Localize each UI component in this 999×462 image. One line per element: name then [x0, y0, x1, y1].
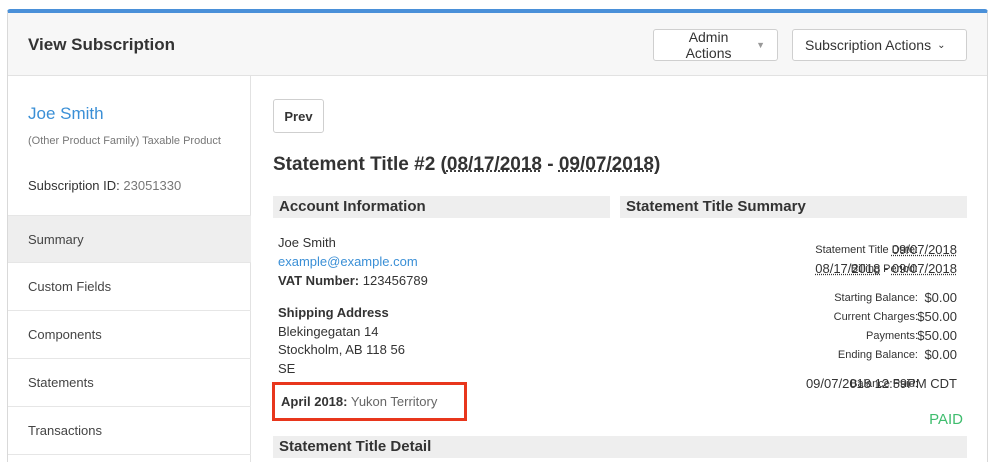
billing-period-value: 08/17/2018 - 09/07/2018 [815, 261, 957, 276]
admin-actions-button[interactable]: Admin Actions ▼ [653, 29, 778, 61]
sidebar-nav: Summary Custom Fields Components Stateme… [8, 215, 251, 455]
subscription-id-value: 23051330 [123, 178, 182, 193]
period-end: 09/07/2018 [558, 154, 654, 175]
sidebar-item-components[interactable]: Components [8, 311, 251, 359]
billing-end: 09/07/2018 [891, 261, 957, 276]
starting-balance-value: $0.00 [924, 290, 957, 305]
period-start: 08/17/2018 [446, 154, 542, 175]
vat-number: VAT Number: 123456789 [278, 271, 428, 290]
statement-date-value: 09/07/2018 [891, 242, 957, 257]
account-name: Joe Smith [278, 235, 336, 250]
subscription-id-label: Subscription ID: [28, 178, 120, 193]
statement-detail-heading: Statement Title Detail [273, 436, 967, 458]
sidebar-item-transactions[interactable]: Transactions [8, 407, 251, 455]
account-email-link[interactable]: example@example.com [278, 252, 428, 271]
main-content: Prev Statement Title #2 (08/17/2018 - 09… [252, 76, 987, 462]
summary-table: Statement Title Date: 09/07/2018 Billing… [620, 242, 957, 444]
vat-label: VAT Number: [278, 273, 360, 288]
shipping-label: Shipping Address [278, 305, 389, 320]
tax-label: April 2018: [281, 394, 348, 409]
product-name: (Other Product Family) Taxable Product [28, 135, 221, 147]
shipping-street: Blekingegatan 14 [278, 323, 379, 339]
sidebar-item-custom-fields[interactable]: Custom Fields [8, 263, 251, 311]
billing-start: 08/17/2018 [815, 261, 881, 276]
payments-value: $50.00 [917, 328, 957, 343]
customer-name-link[interactable]: Joe Smith [28, 104, 104, 124]
ending-balance-value: $0.00 [924, 347, 957, 362]
account-info: Joe Smith example@example.com VAT Number… [278, 233, 428, 290]
page-title: View Subscription [28, 35, 176, 54]
shipping-city: Stockholm, AB 118 56 [278, 342, 405, 357]
summary-heading: Statement Title Summary [620, 196, 967, 218]
current-charges-label: Current Charges: [833, 311, 918, 323]
sidebar: Joe Smith (Other Product Family) Taxable… [8, 76, 251, 462]
shipping-address: Shipping Address Blekingegatan 14 Stockh… [278, 304, 405, 378]
vat-value: 123456789 [362, 273, 428, 288]
subscription-id: Subscription ID: 23051330 [28, 178, 181, 193]
tax-region-highlight: April 2018: Yukon Territory [272, 382, 467, 421]
payments-label: Payments: [866, 330, 918, 342]
subscription-actions-button[interactable]: Subscription Actions ⌄ [792, 29, 967, 61]
sidebar-item-statements[interactable]: Statements [8, 359, 251, 407]
panel-header: View Subscription Admin Actions ▼ Subscr… [8, 13, 987, 76]
account-info-heading: Account Information [273, 196, 610, 218]
current-charges-value: $50.00 [917, 309, 957, 324]
prev-button[interactable]: Prev [273, 99, 324, 133]
billing-separator: - [883, 261, 889, 276]
statement-date-label: Statement Title Date: [815, 244, 918, 256]
starting-balance-label: Starting Balance: [834, 292, 918, 304]
ending-balance-label: Ending Balance: [837, 349, 918, 361]
caret-down-icon: ▼ [756, 40, 765, 50]
subscription-actions-label: Subscription Actions [805, 37, 932, 53]
tax-value: Yukon Territory [350, 394, 438, 409]
statement-title: Statement Title #2 (08/17/2018 - 09/07/2… [273, 154, 661, 175]
sidebar-item-summary[interactable]: Summary [8, 215, 251, 263]
balance-paid-value: 09/07/2018 12:59PM CDT [805, 376, 957, 391]
paid-status-badge: PAID [929, 411, 963, 428]
statement-title-text: Statement Title #2 [273, 154, 436, 175]
admin-actions-label: Admin Actions [685, 29, 732, 61]
chevron-down-icon: ⌄ [937, 39, 946, 51]
subscription-panel: View Subscription Admin Actions ▼ Subscr… [7, 9, 988, 462]
period-separator: - [547, 154, 554, 175]
shipping-country: SE [278, 360, 296, 376]
